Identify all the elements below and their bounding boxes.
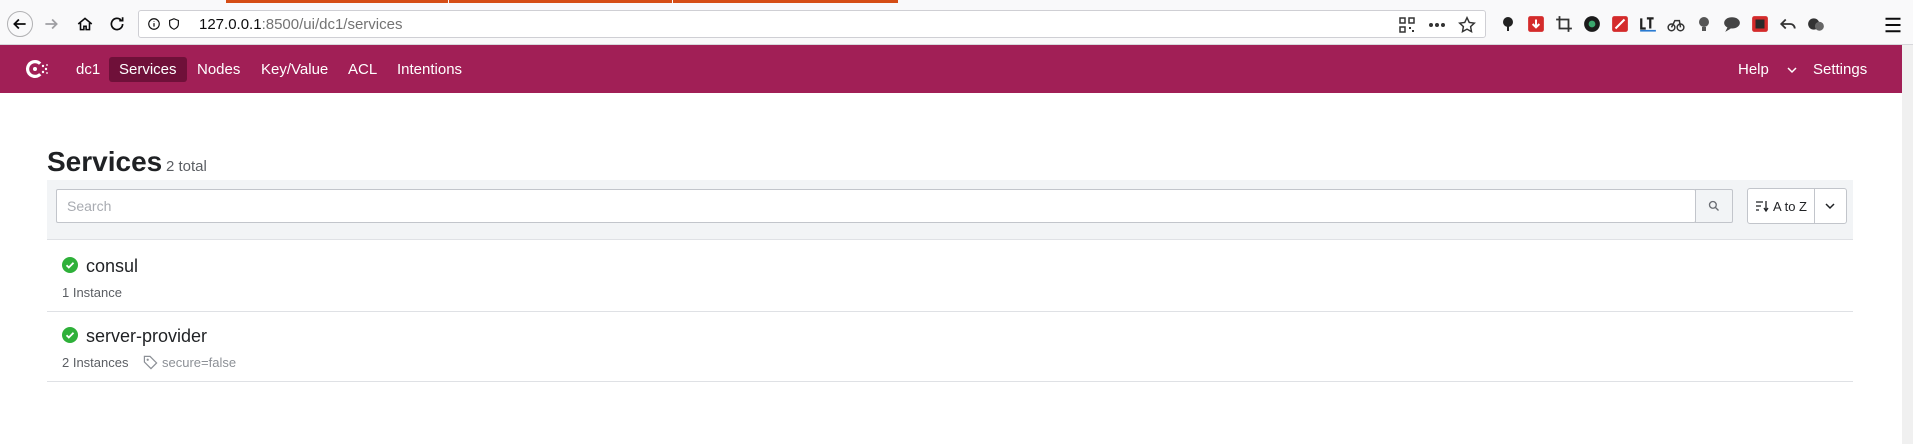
url-bar[interactable]: 127.0.0.1:8500/ui/dc1/services: [138, 10, 1486, 38]
bicycle-icon[interactable]: [1665, 13, 1686, 34]
nav-item-acl[interactable]: ACL: [338, 57, 387, 82]
datacenter-selector[interactable]: dc1: [66, 57, 110, 82]
services-count: 2 total: [166, 158, 207, 175]
crop-icon[interactable]: [1553, 13, 1574, 34]
tag-icon: [143, 355, 158, 370]
undo-icon[interactable]: [1777, 13, 1798, 34]
check-circle-icon: [62, 257, 78, 273]
page-title: Services: [47, 146, 163, 177]
main-navigation: dc1 Services Nodes Key/Value ACL Intenti…: [0, 45, 1902, 93]
service-row-consul[interactable]: consul 1 Instance: [47, 242, 1853, 312]
lightbulb-icon[interactable]: [1693, 13, 1714, 34]
sort-button[interactable]: A to Z: [1748, 189, 1815, 223]
sort-icon: [1756, 201, 1769, 212]
extension-icon[interactable]: [1497, 13, 1518, 34]
extensions-bar: [1497, 13, 1826, 34]
consul-logo-icon[interactable]: [22, 57, 50, 81]
more-actions-icon[interactable]: [1427, 15, 1447, 35]
color-wheel-icon[interactable]: [1581, 13, 1602, 34]
pen-icon[interactable]: [1609, 13, 1630, 34]
hamburger-menu-icon[interactable]: [1882, 15, 1904, 35]
forward-arrow-icon[interactable]: [38, 11, 64, 37]
help-label: Help: [1738, 61, 1769, 78]
service-name[interactable]: consul: [86, 256, 138, 277]
instance-count: 2 Instances: [62, 355, 129, 370]
bookmark-star-icon[interactable]: [1457, 15, 1477, 35]
red-extension-icon[interactable]: [1749, 13, 1770, 34]
back-arrow-icon[interactable]: [7, 11, 33, 37]
settings-link[interactable]: Settings: [1813, 57, 1867, 82]
url-text[interactable]: 127.0.0.1:8500/ui/dc1/services: [199, 16, 402, 33]
nav-item-services[interactable]: Services: [109, 57, 187, 82]
sort-label: A to Z: [1773, 198, 1807, 214]
browser-toolbar: 127.0.0.1:8500/ui/dc1/services: [0, 3, 1913, 45]
nav-item-key-value[interactable]: Key/Value: [251, 57, 338, 82]
info-icon[interactable]: [147, 17, 161, 31]
scrollbar[interactable]: [1902, 45, 1913, 444]
instance-count: 1 Instance: [62, 285, 122, 300]
search-input[interactable]: [56, 189, 1696, 223]
help-menu[interactable]: Help: [1738, 57, 1797, 82]
shield-icon[interactable]: [167, 17, 181, 31]
chevron-down-icon: [1825, 203, 1835, 210]
download-icon[interactable]: [1525, 13, 1546, 34]
search-button[interactable]: [1695, 189, 1733, 223]
nav-item-nodes[interactable]: Nodes: [187, 57, 250, 82]
service-row-server-provider[interactable]: server-provider 2 Instances secure=false: [47, 312, 1853, 382]
qr-code-icon[interactable]: [1397, 15, 1417, 35]
sort-caret[interactable]: [1814, 189, 1846, 223]
filter-bar: A to Z: [47, 180, 1853, 240]
profile-icon[interactable]: [1805, 13, 1826, 34]
home-icon[interactable]: [72, 11, 98, 37]
reload-icon[interactable]: [104, 11, 130, 37]
chat-bubble-icon[interactable]: [1721, 13, 1742, 34]
language-tool-icon[interactable]: [1637, 13, 1658, 34]
service-tag: secure=false: [162, 355, 237, 370]
chevron-down-icon: [1787, 67, 1797, 74]
nav-item-intentions[interactable]: Intentions: [387, 57, 472, 82]
service-name[interactable]: server-provider: [86, 326, 207, 347]
check-circle-icon: [62, 327, 78, 343]
sort-dropdown[interactable]: A to Z: [1747, 188, 1847, 224]
search-icon: [1708, 200, 1719, 211]
